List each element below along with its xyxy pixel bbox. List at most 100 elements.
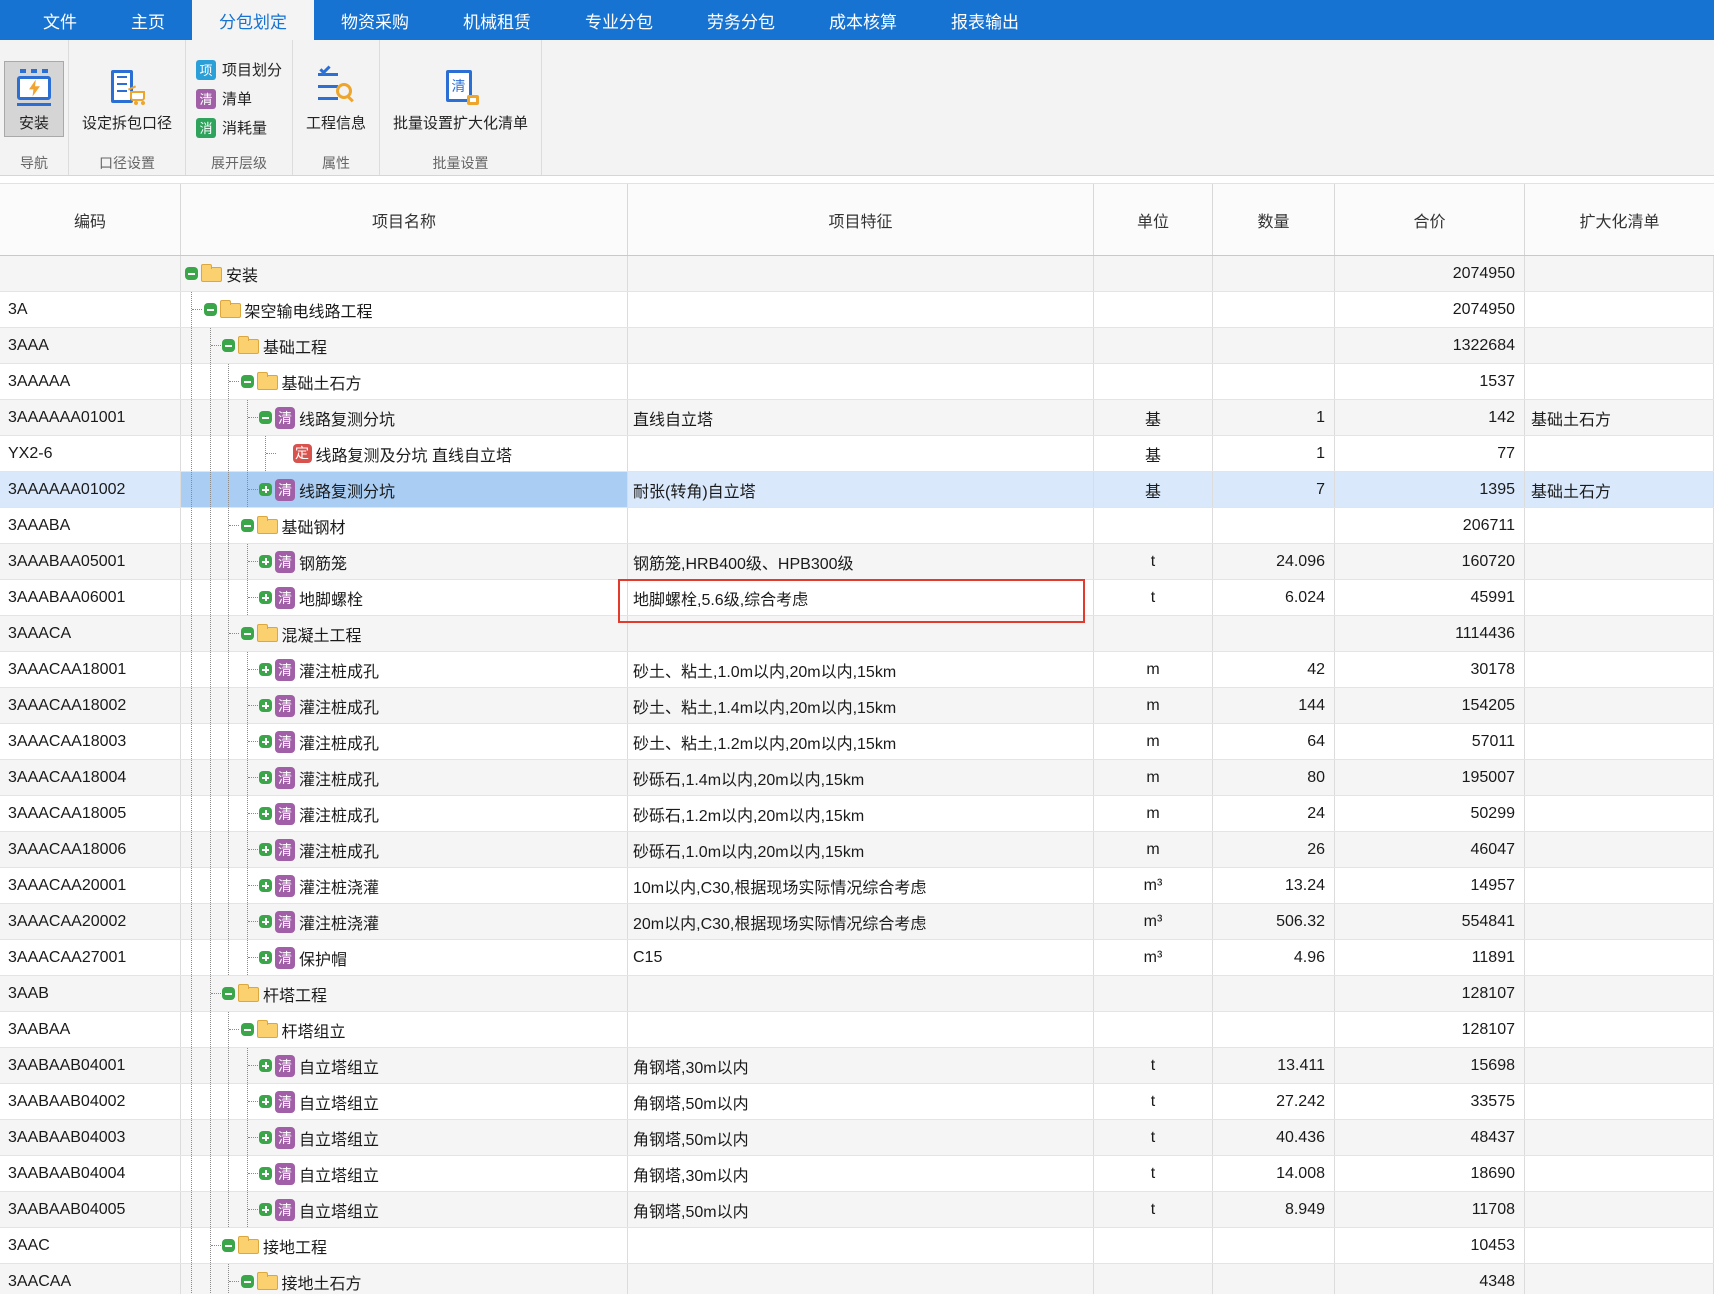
cell-name: 架空输电线路工程 <box>181 292 628 327</box>
collapse-minus-icon[interactable] <box>222 987 235 1000</box>
table-row[interactable]: 3AAACA混凝土工程1114436 <box>0 616 1714 652</box>
table-row[interactable]: 3AAB杆塔工程128107 <box>0 976 1714 1012</box>
table-row[interactable]: 3AABAAB04002清自立塔组立角钢塔,50m以内t27.24233575 <box>0 1084 1714 1120</box>
collapse-minus-icon[interactable] <box>241 519 254 532</box>
expand-plus-icon[interactable] <box>259 663 272 676</box>
expand-plus-icon[interactable] <box>259 483 272 496</box>
collapse-minus-icon[interactable] <box>241 1275 254 1288</box>
install-button[interactable]: 安装 <box>4 61 64 137</box>
table-row[interactable]: 3AABAAB04004清自立塔组立角钢塔,30m以内t14.00818690 <box>0 1156 1714 1192</box>
cell-name: 定线路复测及分坑 直线自立塔 <box>181 436 628 471</box>
table-row[interactable]: 3AACAA接地土石方4348 <box>0 1264 1714 1294</box>
qing-list-icon: 清 <box>275 695 295 717</box>
expand-plus-icon[interactable] <box>259 555 272 568</box>
collapse-minus-icon[interactable] <box>185 267 198 280</box>
cell-name: 清灌注桩成孔 <box>181 688 628 723</box>
cell-quantity: 1 <box>1213 400 1335 435</box>
expand-plus-icon[interactable] <box>259 807 272 820</box>
list-button[interactable]: 清清单 <box>196 88 282 109</box>
table-row[interactable]: 3AAA基础工程1322684 <box>0 328 1714 364</box>
expand-plus-icon[interactable] <box>259 1167 272 1180</box>
unit-text: m <box>1146 841 1159 859</box>
expand-plus-icon[interactable] <box>259 591 272 604</box>
consumption-button[interactable]: 消消耗量 <box>196 117 282 138</box>
cell-name: 杆塔工程 <box>181 976 628 1011</box>
table-row[interactable]: 3AAABAA05001清钢筋笼钢筋笼,HRB400级、HPB300级t24.0… <box>0 544 1714 580</box>
table-row[interactable]: 安装2074950 <box>0 256 1714 292</box>
column-header-unit[interactable]: 单位 <box>1094 184 1213 255</box>
project-division-button[interactable]: 项项目划分 <box>196 59 282 80</box>
table-row[interactable]: 3AAAAA基础土石方1537 <box>0 364 1714 400</box>
price-text: 2074950 <box>1453 265 1515 283</box>
cell-quantity: 506.32 <box>1213 904 1335 939</box>
table-row[interactable]: 3AAACAA18006清灌注桩成孔砂砾石,1.0m以内,20m以内,15kmm… <box>0 832 1714 868</box>
expand-plus-icon[interactable] <box>259 735 272 748</box>
expand-plus-icon[interactable] <box>259 951 272 964</box>
table-row[interactable]: 3AAAAAA01002清线路复测分坑耐张(转角)自立塔基71395基础土石方 <box>0 472 1714 508</box>
item-name-text: 灌注桩成孔 <box>299 838 379 862</box>
table-row[interactable]: 3AAC接地工程10453 <box>0 1228 1714 1264</box>
table-row[interactable]: 3AAACAA18001清灌注桩成孔砂土、粘土,1.0m以内,20m以内,15k… <box>0 652 1714 688</box>
table-row[interactable]: 3AAACAA18002清灌注桩成孔砂土、粘土,1.4m以内,20m以内,15k… <box>0 688 1714 724</box>
tab-subcontract-division[interactable]: 分包划定 <box>192 0 314 40</box>
collapse-minus-icon[interactable] <box>241 375 254 388</box>
collapse-minus-icon[interactable] <box>241 627 254 640</box>
cell-feature <box>628 1264 1094 1294</box>
column-header-feature[interactable]: 项目特征 <box>628 184 1094 255</box>
column-header-name[interactable]: 项目名称 <box>181 184 628 255</box>
cell-code: 3AAACAA18006 <box>0 832 181 867</box>
table-row[interactable]: 3AAACAA18004清灌注桩成孔砂砾石,1.4m以内,20m以内,15kmm… <box>0 760 1714 796</box>
expand-plus-icon[interactable] <box>259 1059 272 1072</box>
table-row[interactable]: 3AAABAA06001清地脚螺栓地脚螺栓,5.6级,综合考虑t6.024459… <box>0 580 1714 616</box>
expand-plus-icon[interactable] <box>259 1095 272 1108</box>
table-row[interactable]: 3AABAA杆塔组立128107 <box>0 1012 1714 1048</box>
table-row[interactable]: 3AAACAA27001清保护帽C15m³4.9611891 <box>0 940 1714 976</box>
column-header-ext[interactable]: 扩大化清单 <box>1525 184 1714 255</box>
column-header-qty[interactable]: 数量 <box>1213 184 1335 255</box>
table-row[interactable]: 3AAABA基础钢材206711 <box>0 508 1714 544</box>
tab-home[interactable]: 主页 <box>104 0 192 40</box>
table-row[interactable]: 3AAACAA20002清灌注桩浇灌20m以内,C30,根据现场实际情况综合考虑… <box>0 904 1714 940</box>
cell-feature: 砂土、粘土,1.0m以内,20m以内,15km <box>628 652 1094 687</box>
tab-material-purchase[interactable]: 物资采购 <box>314 0 436 40</box>
cell-quantity: 6.024 <box>1213 580 1335 615</box>
column-header-code[interactable]: 编码 <box>0 184 181 255</box>
tab-machine-rental[interactable]: 机械租赁 <box>436 0 558 40</box>
project-info-button[interactable]: 工程信息 <box>297 61 375 137</box>
cell-name: 清灌注桩浇灌 <box>181 868 628 903</box>
tab-labor-subcontract[interactable]: 劳务分包 <box>680 0 802 40</box>
price-text: 160720 <box>1462 553 1515 571</box>
unit-text: m³ <box>1144 877 1163 895</box>
collapse-minus-icon[interactable] <box>222 1239 235 1252</box>
expand-plus-icon[interactable] <box>259 879 272 892</box>
expand-plus-icon[interactable] <box>259 843 272 856</box>
collapse-minus-icon[interactable] <box>222 339 235 352</box>
expand-plus-icon[interactable] <box>259 771 272 784</box>
expand-plus-icon[interactable] <box>259 915 272 928</box>
table-row[interactable]: 3AAACAA18003清灌注桩成孔砂土、粘土,1.2m以内,20m以内,15k… <box>0 724 1714 760</box>
batch-set-expanded-list-button[interactable]: 清批量设置扩大化清单 <box>384 61 537 137</box>
table-row[interactable]: YX2-6定线路复测及分坑 直线自立塔基177 <box>0 436 1714 472</box>
collapse-minus-icon[interactable] <box>204 303 217 316</box>
table-row[interactable]: 3AABAAB04001清自立塔组立角钢塔,30m以内t13.41115698 <box>0 1048 1714 1084</box>
tab-report-output[interactable]: 报表输出 <box>924 0 1046 40</box>
expand-plus-icon[interactable] <box>259 1203 272 1216</box>
cell-name: 清灌注桩成孔 <box>181 760 628 795</box>
table-row[interactable]: 3AAACAA20001清灌注桩浇灌10m以内,C30,根据现场实际情况综合考虑… <box>0 868 1714 904</box>
table-row[interactable]: 3AABAAB04003清自立塔组立角钢塔,50m以内t40.43648437 <box>0 1120 1714 1156</box>
qing-list-icon: 清 <box>275 551 295 573</box>
table-row[interactable]: 3AABAAB04005清自立塔组立角钢塔,50m以内t8.94911708 <box>0 1192 1714 1228</box>
column-header-price[interactable]: 合价 <box>1335 184 1525 255</box>
table-row[interactable]: 3AAAAAA01001清线路复测分坑直线自立塔基1142基础土石方 <box>0 400 1714 436</box>
tab-cost-accounting[interactable]: 成本核算 <box>802 0 924 40</box>
table-row[interactable]: 3A架空输电线路工程2074950 <box>0 292 1714 328</box>
tab-professional-subcontract[interactable]: 专业分包 <box>558 0 680 40</box>
expand-plus-icon[interactable] <box>259 699 272 712</box>
table-row[interactable]: 3AAACAA18005清灌注桩成孔砂砾石,1.2m以内,20m以内,15kmm… <box>0 796 1714 832</box>
tab-file[interactable]: 文件 <box>16 0 104 40</box>
collapse-minus-icon[interactable] <box>241 1023 254 1036</box>
set-unpack-caliber-button[interactable]: 设定拆包口径 <box>73 61 181 137</box>
cell-expanded-list <box>1525 1228 1714 1263</box>
collapse-minus-icon[interactable] <box>259 411 272 424</box>
expand-plus-icon[interactable] <box>259 1131 272 1144</box>
